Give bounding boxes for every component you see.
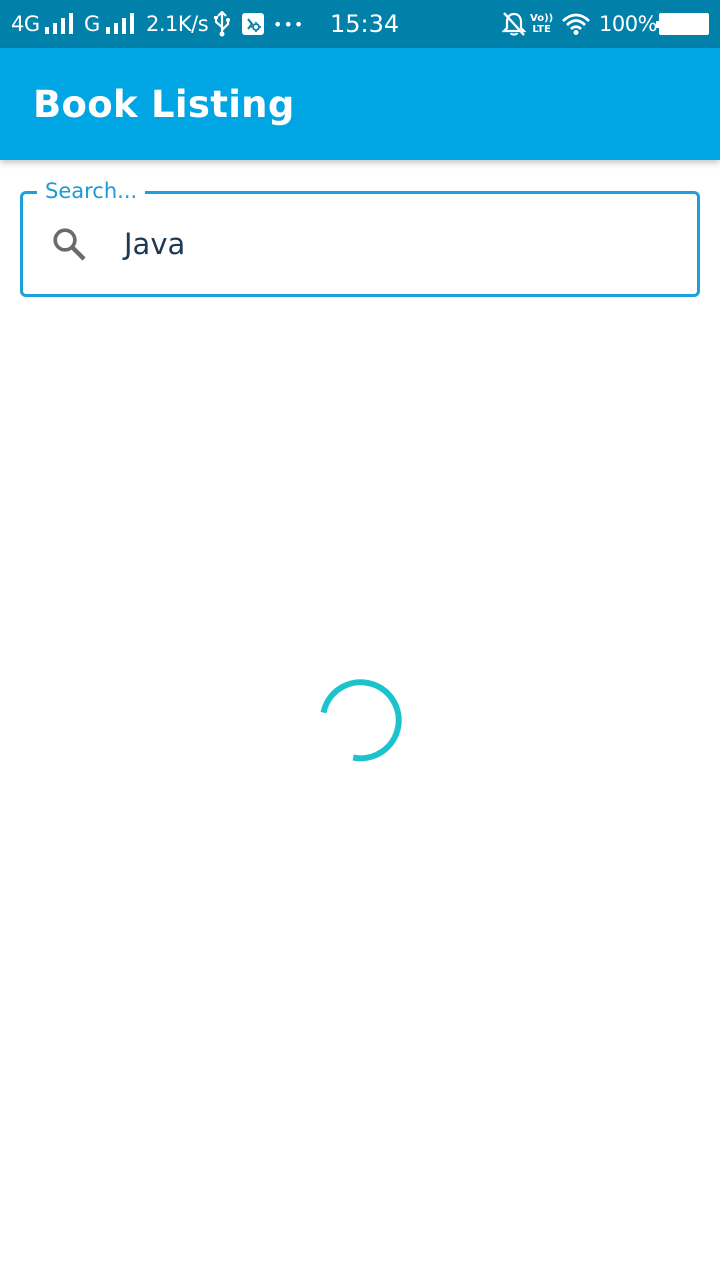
page-title: Book Listing	[33, 82, 295, 126]
signal-icon	[44, 0, 74, 48]
more-notifications-icon: •••	[273, 14, 305, 34]
search-icon	[53, 228, 86, 261]
progress-spinner	[320, 679, 402, 762]
app-bar: Book Listing	[0, 48, 720, 160]
network-type-4g: 4G	[11, 12, 40, 36]
debug-icon	[241, 0, 265, 48]
network-speed: 2.1K/s	[146, 12, 209, 36]
status-bar: 4G G 2.1K/s ••• 15:34 Vo)) LTE 100%	[0, 0, 720, 48]
lte-label: LTE	[532, 24, 551, 35]
search-field[interactable]: Search... Java	[20, 177, 700, 297]
volte-label: Vo))	[530, 13, 554, 24]
battery-icon	[656, 0, 710, 48]
battery-percentage: 100%	[599, 12, 658, 36]
wifi-icon	[561, 0, 591, 48]
usb-icon	[213, 0, 231, 48]
volte-icon: Vo)) LTE	[530, 0, 553, 48]
clock-time: 15:34	[330, 10, 400, 38]
search-input[interactable]: Java	[124, 194, 185, 294]
notifications-off-icon	[502, 0, 526, 48]
network-type-g: G	[84, 12, 100, 36]
signal-icon	[105, 0, 135, 48]
